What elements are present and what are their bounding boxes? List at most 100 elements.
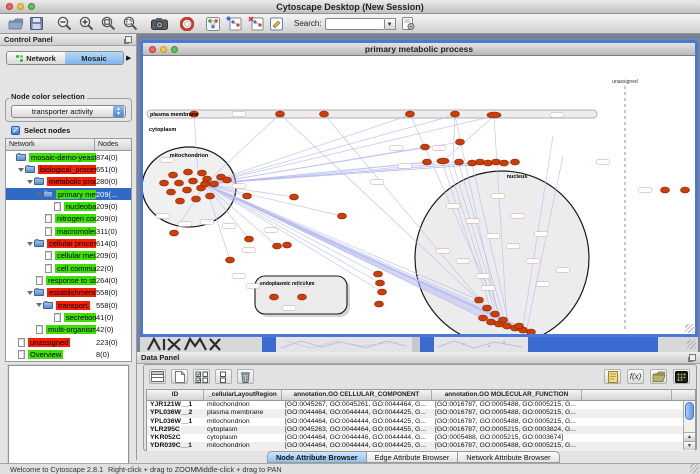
minimize-view-icon[interactable] bbox=[160, 46, 167, 53]
unselect-attributes-icon[interactable] bbox=[215, 369, 232, 384]
select-nodes-checkbox[interactable]: ✓ bbox=[11, 126, 20, 135]
search-input[interactable] bbox=[325, 18, 385, 30]
tree-row[interactable]: cellular metabo209(0) bbox=[6, 250, 131, 262]
table-cell[interactable]: [GO:0044464, GO:0044446, GO:0044444, G..… bbox=[282, 434, 432, 442]
background-window-sliver[interactable] bbox=[140, 337, 262, 352]
table-cell[interactable]: YPL036W__1 bbox=[147, 418, 204, 426]
table-cell[interactable]: YJR121W__1 bbox=[147, 401, 204, 409]
table-row[interactable]: YPL036W__2plasma membrane[GO:0044464, GO… bbox=[147, 409, 695, 417]
table-cell[interactable]: cytoplasm bbox=[204, 426, 282, 434]
window-resize-grip[interactable] bbox=[690, 464, 699, 473]
mosaic-icon[interactable] bbox=[206, 16, 220, 32]
close-view-icon[interactable] bbox=[149, 46, 156, 53]
tab-overflow-arrow-icon[interactable]: ▶ bbox=[126, 54, 131, 62]
close-window-icon[interactable] bbox=[6, 3, 13, 10]
table-cell[interactable]: [GO:0016787, GO:0005488, GO:0005215, G..… bbox=[432, 442, 582, 450]
tab-network[interactable]: Network bbox=[7, 52, 65, 64]
network-window-titlebar[interactable]: primary metabolic process bbox=[143, 43, 695, 56]
window-titlebar[interactable]: Cytoscape Desktop (New Session) bbox=[0, 0, 700, 14]
help-lifesaver-icon[interactable] bbox=[180, 16, 194, 32]
tree-row[interactable]: multi-organism pro42(0) bbox=[6, 324, 131, 336]
attribute-table-icon[interactable] bbox=[149, 369, 166, 384]
tree-row[interactable]: mosaic-demo-yeast874(0) bbox=[6, 151, 131, 163]
float-panel-icon[interactable] bbox=[689, 354, 696, 361]
background-window-sliver[interactable] bbox=[276, 337, 412, 352]
table-cell[interactable]: [GO:0016787, GO:0005215, GO:0003824, G..… bbox=[432, 426, 582, 434]
network-canvas[interactable]: plasma membrane cytoplasm mitochondrion … bbox=[143, 56, 695, 334]
table-cell[interactable]: mitochondrion bbox=[204, 418, 282, 426]
formula-fx-icon[interactable]: f(x) bbox=[627, 369, 644, 384]
import-attributes-icon[interactable] bbox=[650, 369, 667, 384]
table-cell[interactable]: cytoplasm bbox=[204, 434, 282, 442]
tree-row[interactable]: secretion41(0) bbox=[6, 311, 131, 323]
tab-mosaic[interactable]: Mosaic bbox=[65, 52, 123, 64]
table-cell[interactable]: mitochondrion bbox=[204, 442, 282, 450]
tree-row[interactable]: Overview8(0) bbox=[6, 349, 131, 361]
table-cell[interactable]: [GO:0016787, GO:0005488, GO:0005215, G..… bbox=[432, 409, 582, 417]
table-cell[interactable]: YPL036W__2 bbox=[147, 409, 204, 417]
disclosure-triangle-icon[interactable] bbox=[35, 192, 43, 196]
tree-row[interactable]: response to stimulu264(0) bbox=[6, 274, 131, 286]
table-cell[interactable]: YLR295C bbox=[147, 426, 204, 434]
float-panel-icon[interactable] bbox=[125, 36, 132, 43]
table-cell[interactable]: [GO:0044464, GO:0044444, GO:0044425, G..… bbox=[282, 418, 432, 426]
table-cell[interactable]: YDR039C__1 bbox=[147, 442, 204, 450]
background-windows-strip[interactable] bbox=[140, 337, 698, 352]
table-cell[interactable]: [GO:0044464, GO:0044444, GO:0044425, G..… bbox=[282, 442, 432, 450]
table-row[interactable]: YKR052Ccytoplasm[GO:0044464, GO:0044446,… bbox=[147, 434, 695, 442]
delete-attribute-icon[interactable] bbox=[237, 369, 254, 384]
minimize-window-icon[interactable] bbox=[17, 3, 24, 10]
zoom-selected-icon[interactable] bbox=[123, 16, 138, 32]
snapshot-camera-icon[interactable] bbox=[151, 16, 168, 32]
tree-row[interactable]: unassigned223(0) bbox=[6, 336, 131, 348]
tree-row[interactable]: transport558(0) bbox=[6, 299, 131, 311]
table-cell[interactable]: [GO:0005488, GO:0005215, GO:0003674] bbox=[432, 434, 582, 442]
table-cell[interactable]: [GO:0016787, GO:0005488, GO:0005215, G..… bbox=[432, 418, 582, 426]
node-color-dropdown[interactable]: transporter activity ▲▼ bbox=[11, 105, 126, 118]
tree-row[interactable]: primary metabo209(... bbox=[6, 188, 131, 200]
label-icon[interactable] bbox=[604, 369, 621, 384]
tree-row[interactable]: biological_process651(0) bbox=[6, 163, 131, 175]
table-row[interactable]: YJR121W__1mitochondrion[GO:0045267, GO:0… bbox=[147, 401, 695, 409]
search-options-icon[interactable] bbox=[402, 16, 415, 32]
maximize-view-icon[interactable] bbox=[171, 46, 178, 53]
tree-row[interactable]: macromolecule311(0) bbox=[6, 225, 131, 237]
zoom-fit-icon[interactable] bbox=[101, 16, 116, 32]
tree-row[interactable]: metabolic process280(0) bbox=[6, 176, 131, 188]
col-go-cellular-component[interactable]: annotation.GO CELLULAR_COMPONENT bbox=[282, 390, 432, 400]
matrix-icon[interactable] bbox=[673, 369, 690, 384]
save-session-icon[interactable] bbox=[30, 16, 43, 32]
background-window-sliver[interactable] bbox=[434, 337, 528, 352]
scrollbar-thumb[interactable] bbox=[685, 402, 694, 420]
table-row[interactable]: YPL036W__1mitochondrion[GO:0044464, GO:0… bbox=[147, 418, 695, 426]
maximize-window-icon[interactable] bbox=[28, 3, 35, 10]
new-attribute-icon[interactable] bbox=[171, 369, 188, 384]
tab-edge-attribute-browser[interactable]: Edge Attribute Browser bbox=[367, 451, 459, 463]
scroll-up-icon[interactable]: ▲ bbox=[684, 432, 695, 441]
disclosure-triangle-icon[interactable] bbox=[17, 168, 25, 172]
tree-row[interactable]: nucleobase-209(0) bbox=[6, 200, 131, 212]
create-network-icon[interactable] bbox=[226, 16, 242, 32]
col-go-molecular-function[interactable]: annotation.GO MOLECULAR_FUNCTION bbox=[432, 390, 582, 400]
table-scrollbar[interactable]: ▲ ▼ bbox=[683, 401, 695, 450]
tree-row[interactable]: nitrogen compo209(0) bbox=[6, 213, 131, 225]
tree-row[interactable]: cellular process614(0) bbox=[6, 237, 131, 249]
zoom-in-icon[interactable] bbox=[79, 16, 94, 32]
destroy-network-icon[interactable] bbox=[248, 16, 264, 32]
table-row[interactable]: YLR295Ccytoplasm[GO:0045263, GO:0044464,… bbox=[147, 426, 695, 434]
tree-col-network[interactable]: Network bbox=[6, 139, 95, 150]
search-dropdown-icon[interactable]: ▼ bbox=[385, 18, 396, 30]
disclosure-triangle-icon[interactable] bbox=[35, 303, 43, 307]
tree-row[interactable]: cell communicat22(0) bbox=[6, 262, 131, 274]
network-view-window[interactable]: primary metabolic process plasma membran… bbox=[140, 40, 698, 337]
birds-eye-view[interactable] bbox=[8, 365, 129, 474]
table-cell[interactable]: [GO:0045267, GO:0045261, GO:0044464, G..… bbox=[282, 401, 432, 409]
table-cell[interactable]: [GO:0016787, GO:0005488, GO:0005215, G..… bbox=[432, 401, 582, 409]
scroll-down-icon[interactable]: ▼ bbox=[684, 441, 695, 450]
table-cell[interactable]: [GO:0044464, GO:0044444, GO:0044425, G..… bbox=[282, 409, 432, 417]
table-cell[interactable]: [GO:0045263, GO:0044464, GO:0044455, G..… bbox=[282, 426, 432, 434]
table-cell[interactable]: YKR052C bbox=[147, 434, 204, 442]
col-id[interactable]: ID bbox=[147, 390, 204, 400]
disclosure-triangle-icon[interactable] bbox=[26, 291, 34, 295]
annotation-icon[interactable] bbox=[270, 16, 284, 32]
